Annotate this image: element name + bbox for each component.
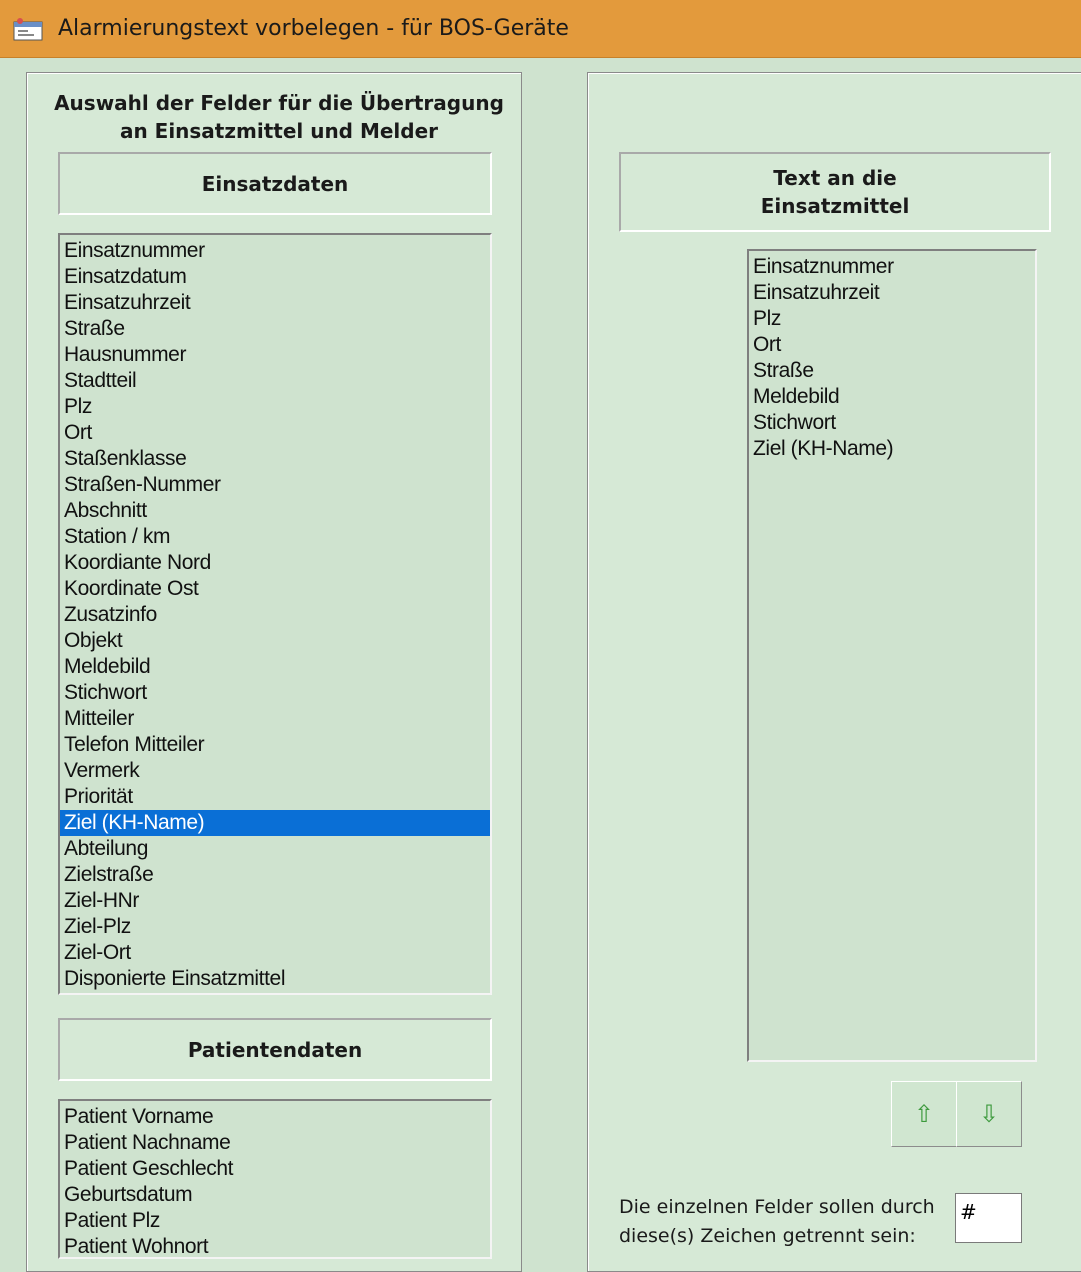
patientendaten-list[interactable]: Patient Vorname Patient Nachname Patient G… bbox=[58, 1099, 492, 1259]
field-selection-heading: Auswahl der Felder für die Übertragung a… bbox=[26, 89, 532, 145]
target-list-item[interactable]: Meldebild bbox=[749, 384, 1035, 410]
patientendaten-list-item[interactable]: Patient Vorname bbox=[60, 1104, 490, 1130]
einsatzdaten-list-item[interactable]: Plz bbox=[60, 394, 490, 420]
einsatzdaten-list-item[interactable]: Disponierte Einsatzmittel bbox=[60, 966, 490, 992]
einsatzdaten-list-item[interactable]: Koordiante Nord bbox=[60, 550, 490, 576]
app-window-icon bbox=[13, 18, 43, 41]
einsatzdaten-list-item[interactable]: Stichwort bbox=[60, 680, 490, 706]
target-list-item[interactable]: Stichwort bbox=[749, 410, 1035, 436]
title-bar: Alarmierungstext vorbelegen - für BOS-Ge… bbox=[0, 0, 1081, 58]
target-header: Text an die Einsatzmittel bbox=[619, 152, 1051, 232]
einsatzdaten-list-item[interactable]: Station / km bbox=[60, 524, 490, 550]
target-label-line2: Einsatzmittel bbox=[760, 194, 910, 218]
einsatzdaten-header: Einsatzdaten bbox=[58, 152, 492, 215]
arrow-down-icon: ⇩ bbox=[978, 1100, 1000, 1128]
einsatzdaten-list-item[interactable]: Ziel-Plz bbox=[60, 914, 490, 940]
field-selection-heading-line1: Auswahl der Felder für die Übertragung bbox=[54, 91, 504, 115]
einsatzdaten-list-item[interactable]: Einsatzdatum bbox=[60, 264, 490, 290]
einsatzdaten-list-item[interactable]: Staßenklasse bbox=[60, 446, 490, 472]
einsatzdaten-list-item[interactable]: Ort bbox=[60, 420, 490, 446]
einsatzdaten-list-item[interactable]: Koordinate Ost bbox=[60, 576, 490, 602]
separator-label-line1: Die einzelnen Felder sollen durch bbox=[619, 1196, 935, 1218]
separator-label: Die einzelnen Felder sollen durch diese(… bbox=[619, 1193, 949, 1251]
separator-label-line2: diese(s) Zeichen getrennt sein: bbox=[619, 1225, 916, 1247]
patientendaten-header: Patientendaten bbox=[58, 1018, 492, 1081]
window-title: Alarmierungstext vorbelegen - für BOS-Ge… bbox=[58, 16, 569, 41]
einsatzdaten-list-item[interactable]: Abschnitt bbox=[60, 498, 490, 524]
patientendaten-list-item[interactable]: Patient Nachname bbox=[60, 1130, 490, 1156]
move-down-button[interactable]: ⇩ bbox=[956, 1081, 1022, 1147]
einsatzdaten-list-item[interactable]: Meldebild bbox=[60, 654, 490, 680]
einsatzdaten-list-item[interactable]: Hausnummer bbox=[60, 342, 490, 368]
einsatzdaten-list-item[interactable]: Straße bbox=[60, 316, 490, 342]
einsatzdaten-list-item[interactable]: Objekt bbox=[60, 628, 490, 654]
patientendaten-list-item[interactable]: Patient Wohnort bbox=[60, 1234, 490, 1257]
einsatzdaten-list-item[interactable]: Ziel-HNr bbox=[60, 888, 490, 914]
einsatzdaten-list-item[interactable]: Abteilung bbox=[60, 836, 490, 862]
target-field-list[interactable]: Einsatznummer Einsatzuhrzeit Plz Ort Straße M… bbox=[747, 249, 1037, 1062]
target-list-item[interactable]: Plz bbox=[749, 306, 1035, 332]
einsatzdaten-list-item[interactable]: Einsatznummer bbox=[60, 238, 490, 264]
einsatzdaten-list-item[interactable]: Stadtteil bbox=[60, 368, 490, 394]
einsatzdaten-list-item[interactable]: Priorität bbox=[60, 784, 490, 810]
target-list-item[interactable]: Straße bbox=[749, 358, 1035, 384]
target-list-item[interactable]: Ort bbox=[749, 332, 1035, 358]
target-list-item[interactable]: Ziel (KH-Name) bbox=[749, 436, 1035, 462]
einsatzdaten-list-item[interactable]: Telefon Mitteiler bbox=[60, 732, 490, 758]
move-up-button[interactable]: ⇧ bbox=[891, 1081, 957, 1147]
einsatzdaten-list-item[interactable]: Mitteiler bbox=[60, 706, 490, 732]
einsatzdaten-list-item[interactable]: Zusatzinfo bbox=[60, 602, 490, 628]
arrow-up-icon: ⇧ bbox=[913, 1100, 935, 1128]
target-label-line1: Text an die bbox=[773, 166, 897, 190]
einsatzdaten-list-item[interactable]: Einsatzuhrzeit bbox=[60, 290, 490, 316]
field-selection-heading-line2: an Einsatzmittel und Melder bbox=[119, 119, 439, 143]
patientendaten-list-item[interactable]: Patient Plz bbox=[60, 1208, 490, 1234]
target-list-item[interactable]: Einsatznummer bbox=[749, 254, 1035, 280]
target-list-item[interactable]: Einsatzuhrzeit bbox=[749, 280, 1035, 306]
einsatzdaten-label: Einsatzdaten bbox=[201, 171, 349, 196]
separator-input[interactable]: # bbox=[955, 1193, 1022, 1243]
patientendaten-list-item[interactable]: Geburtsdatum bbox=[60, 1182, 490, 1208]
patientendaten-list-item[interactable]: Patient Geschlecht bbox=[60, 1156, 490, 1182]
einsatzdaten-list-item[interactable]: Ziel-Ort bbox=[60, 940, 490, 966]
einsatzdaten-list-item[interactable]: Vermerk bbox=[60, 758, 490, 784]
patientendaten-label: Patientendaten bbox=[187, 1037, 363, 1062]
einsatzdaten-list-item[interactable]: Zielstraße bbox=[60, 862, 490, 888]
einsatzdaten-list-item[interactable]: Ziel (KH-Name) bbox=[60, 810, 490, 836]
einsatzdaten-list-item[interactable]: Straßen-Nummer bbox=[60, 472, 490, 498]
einsatzdaten-list[interactable]: Einsatznummer Einsatzdatum Einsatzuhrzeit S… bbox=[58, 233, 492, 995]
